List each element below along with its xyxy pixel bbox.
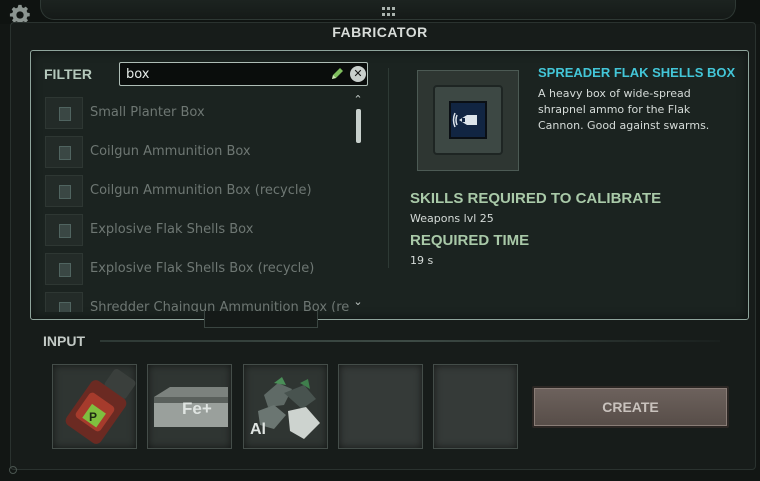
- selected-item-description: A heavy box of wide-spread shrapnel ammo…: [538, 87, 710, 132]
- small-planter-box-icon: [45, 97, 83, 129]
- skills-value: Weapons lvl 25: [410, 212, 494, 225]
- list-item-label: Explosive Flak Shells Box (recycle): [90, 261, 315, 276]
- scrollbar-thumb[interactable]: [356, 109, 361, 143]
- list-item[interactable]: Coilgun Ammunition Box (recycle): [40, 172, 350, 210]
- chaingun-box-icon: [45, 292, 83, 312]
- flak-box-icon: [45, 214, 83, 246]
- list-item-label: Coilgun Ammunition Box (recycle): [90, 183, 312, 198]
- spreader-flak-box-icon: [417, 70, 519, 171]
- window-title: FABRICATOR: [332, 24, 428, 40]
- list-item[interactable]: Small Planter Box: [40, 94, 350, 132]
- input-heading: INPUT: [43, 333, 85, 349]
- input-divider: [100, 340, 720, 342]
- ammo-box-icon: [45, 136, 83, 168]
- ammo-box-icon: [45, 175, 83, 207]
- recipe-list: Small Planter Box Coilgun Ammunition Box…: [40, 94, 350, 312]
- filter-label: FILTER: [44, 66, 92, 82]
- selected-item-title: SPREADER FLAK SHELLS BOX: [538, 65, 736, 80]
- required-time-heading: REQUIRED TIME: [410, 232, 530, 249]
- create-button[interactable]: CREATE: [532, 386, 729, 428]
- list-item-label: Coilgun Ammunition Box: [90, 144, 251, 159]
- list-bottom-tab: [204, 311, 318, 328]
- scroll-down-icon[interactable]: ⌄: [352, 296, 364, 308]
- svg-text:P: P: [89, 410, 97, 424]
- required-time-value: 19 s: [410, 254, 434, 267]
- pencil-icon[interactable]: [329, 66, 345, 82]
- top-bar: [0, 0, 760, 25]
- aluminium-ore-label: Al: [250, 421, 266, 438]
- resize-handle[interactable]: [9, 466, 17, 474]
- filter-box[interactable]: ✕: [119, 62, 368, 86]
- iron-ingot-label: Fe+: [182, 399, 212, 418]
- list-item[interactable]: Explosive Flak Shells Box: [40, 211, 350, 249]
- list-item[interactable]: Shredder Chaingun Ammunition Box (re: [40, 289, 350, 312]
- skills-heading: SKILLS REQUIRED TO CALIBRATE: [410, 190, 662, 207]
- input-slot[interactable]: Al: [243, 364, 328, 449]
- input-slot-empty[interactable]: [338, 364, 423, 449]
- list-item-label: Small Planter Box: [90, 105, 205, 120]
- scroll-up-icon[interactable]: ⌃: [352, 94, 364, 106]
- clear-icon[interactable]: ✕: [350, 66, 366, 82]
- list-item[interactable]: Explosive Flak Shells Box (recycle): [40, 250, 350, 288]
- input-slot[interactable]: Fe+: [147, 364, 232, 449]
- grip-icon[interactable]: [382, 7, 396, 17]
- list-item-label: Explosive Flak Shells Box: [90, 222, 254, 237]
- panel-divider: [388, 68, 389, 268]
- filter-input[interactable]: [126, 65, 326, 83]
- flak-box-icon: [45, 253, 83, 285]
- list-item[interactable]: Coilgun Ammunition Box: [40, 133, 350, 171]
- input-slot-empty[interactable]: [433, 364, 518, 449]
- explosive-canister-icon: P: [65, 369, 136, 444]
- input-slot[interactable]: P: [52, 364, 137, 449]
